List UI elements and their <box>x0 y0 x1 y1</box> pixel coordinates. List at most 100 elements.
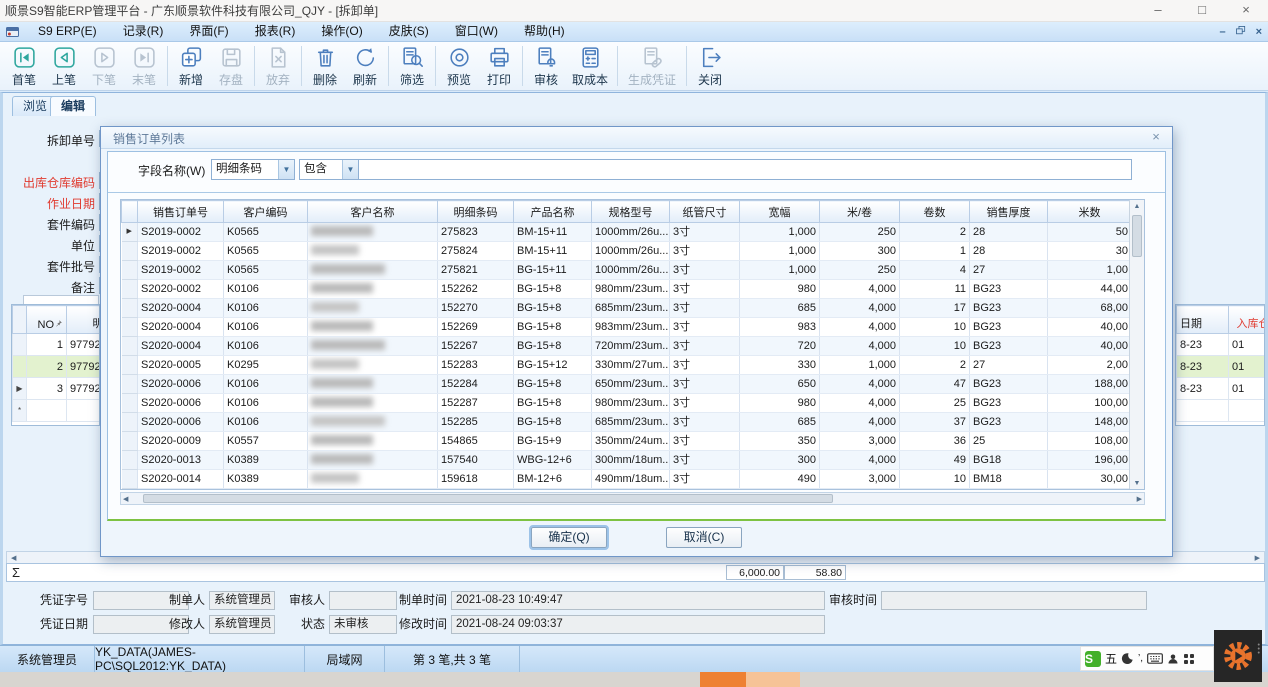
hscroll-thumb[interactable] <box>143 494 833 503</box>
grid-column-header[interactable]: 米/卷 <box>820 201 900 223</box>
tab-edit[interactable]: 编辑 <box>50 96 96 116</box>
table-row[interactable]: 8-23 01 <box>1177 334 1266 356</box>
table-row[interactable] <box>1177 400 1266 422</box>
moon-icon[interactable] <box>1121 652 1134 665</box>
table-row[interactable]: * <box>13 400 101 422</box>
col-detail-barcode[interactable]: 明细条码 <box>67 306 101 334</box>
sales-order-grid: 销售订单号客户编码客户名称明细条码产品名称规格型号纸管尺寸宽幅米/卷卷数销售厚度… <box>120 199 1145 490</box>
grid-column-header[interactable]: 纸管尺寸 <box>670 201 740 223</box>
new-icon <box>171 45 211 70</box>
table-row[interactable]: S2019-0002 K0565 275824 BM-15+11 1000mm/… <box>122 242 1132 261</box>
abandon-icon <box>258 45 298 70</box>
table-row[interactable]: S2020-0006 K0106 152284 BG-15+8 650mm/23… <box>122 375 1132 394</box>
maximize-button[interactable]: □ <box>1180 0 1224 22</box>
table-row[interactable]: S2020-0016 K0362 160735 BM-15+10 320mm/2… <box>122 489 1132 491</box>
grid-column-header[interactable]: 米数 <box>1048 201 1132 223</box>
preview-button[interactable]: 预览 <box>439 42 479 90</box>
menu-item[interactable]: 记录(R) <box>110 22 177 41</box>
cancel-button[interactable]: 取消(C) <box>666 527 742 548</box>
table-row[interactable]: S2020-0005 K0295 152283 BG-15+12 330mm/2… <box>122 356 1132 375</box>
dialog-close-icon[interactable]: × <box>1148 129 1164 144</box>
print-button[interactable]: 打印 <box>479 42 519 90</box>
table-row[interactable]: S2020-0006 K0106 152285 BG-15+8 685mm/23… <box>122 413 1132 432</box>
app-thumbnail[interactable]: ••• <box>1214 630 1262 682</box>
grid-hscrollbar[interactable]: ◀ ▶ <box>120 492 1145 505</box>
new-button[interactable]: 新增 <box>171 42 211 90</box>
get-cost-button[interactable]: 取成本 <box>566 42 614 90</box>
table-row[interactable]: 2 97792 <box>13 356 101 378</box>
menu-items: S9 ERP(E)记录(R)界面(F)报表(R)操作(O)皮肤(S)窗口(W)帮… <box>25 22 578 41</box>
table-row[interactable]: ▶ S2019-0002 K0565 275823 BM-15+11 1000m… <box>122 223 1132 242</box>
table-row[interactable]: 8-23 01 <box>1177 356 1266 378</box>
grid-column-header[interactable]: 明细条码 <box>438 201 514 223</box>
sogou-icon[interactable]: S <box>1085 651 1101 667</box>
table-row[interactable]: S2020-0004 K0106 152270 BG-15+8 685mm/23… <box>122 299 1132 318</box>
table-row[interactable]: S2020-0014 K0389 159618 BM-12+6 490mm/18… <box>122 470 1132 489</box>
menu-item[interactable]: S9 ERP(E) <box>25 22 110 41</box>
toolbox-grid-icon[interactable] <box>1183 653 1195 665</box>
operator-select[interactable]: 包含 ▼ <box>299 159 359 180</box>
chevron-down-icon[interactable]: ▼ <box>278 160 294 179</box>
field-select[interactable]: 明细条码 ▼ <box>211 159 295 180</box>
audit-button[interactable]: 审核 <box>526 42 566 90</box>
vscroll-thumb[interactable] <box>1132 215 1142 257</box>
person-icon[interactable] <box>1167 653 1179 665</box>
table-row[interactable]: 1 97792 <box>13 334 101 356</box>
grid-column-header[interactable]: 产品名称 <box>514 201 592 223</box>
filter-value-input[interactable] <box>358 159 1132 180</box>
table-row[interactable]: S2019-0002 K0565 275821 BG-15+11 1000mm/… <box>122 261 1132 280</box>
delete-button[interactable]: 删除 <box>305 42 345 90</box>
minimize-button[interactable]: – <box>1136 0 1180 22</box>
grid-column-header[interactable]: 销售厚度 <box>970 201 1048 223</box>
prev-record-button[interactable]: 上笔 <box>44 42 84 90</box>
table-row[interactable]: ▶ 3 97792 <box>13 378 101 400</box>
menu-item[interactable]: 帮助(H) <box>511 22 578 41</box>
field-name-label: 字段名称(W) <box>138 162 205 179</box>
keyboard-icon[interactable] <box>1147 652 1163 665</box>
punctuation-icon[interactable]: ’, <box>1138 653 1143 664</box>
grid-column-header[interactable]: 卷数 <box>900 201 970 223</box>
wubi-icon[interactable]: 五 <box>1105 650 1117 667</box>
field-label-doc-no: 拆卸单号 <box>7 132 95 149</box>
mdi-minimize-icon[interactable]: – <box>1219 26 1225 38</box>
menu-item[interactable]: 界面(F) <box>176 22 241 41</box>
menu-item[interactable]: 报表(R) <box>242 22 309 41</box>
delete-icon <box>305 45 345 70</box>
grid-column-header[interactable]: 规格型号 <box>592 201 670 223</box>
scroll-right-icon[interactable]: ▶ <box>1251 554 1264 562</box>
grid-column-header[interactable]: 客户编码 <box>224 201 308 223</box>
refresh-button[interactable]: 刷新 <box>345 42 385 90</box>
menu-item[interactable]: 窗口(W) <box>442 22 511 41</box>
ok-button[interactable]: 确定(Q) <box>531 527 607 548</box>
table-row[interactable]: 8-23 01 <box>1177 378 1266 400</box>
close-form-button[interactable]: 关闭 <box>690 42 730 90</box>
filter-button[interactable]: 筛选 <box>392 42 432 90</box>
scroll-left-icon[interactable]: ◀ <box>123 495 128 503</box>
grid-vscrollbar[interactable]: ▲ ▼ <box>1129 200 1144 490</box>
table-row[interactable]: S2020-0006 K0106 152287 BG-15+8 980mm/23… <box>122 394 1132 413</box>
taskbar-item[interactable] <box>746 672 800 687</box>
scroll-left-icon[interactable]: ◀ <box>7 554 20 562</box>
grid-column-header[interactable]: 宽幅 <box>740 201 820 223</box>
table-row[interactable]: S2020-0013 K0389 157540 WBG-12+6 300mm/1… <box>122 451 1132 470</box>
table-row[interactable]: S2020-0004 K0106 152267 BG-15+8 720mm/23… <box>122 337 1132 356</box>
scroll-up-icon[interactable]: ▲ <box>1130 200 1144 214</box>
scroll-down-icon[interactable]: ▼ <box>1130 477 1144 490</box>
menu-item[interactable]: 皮肤(S) <box>376 22 442 41</box>
table-row[interactable]: S2020-0009 K0557 154865 BG-15+9 350mm/24… <box>122 432 1132 451</box>
grid-column-header[interactable]: 客户名称 <box>308 201 438 223</box>
taskbar-active-item[interactable] <box>700 672 746 687</box>
grid-column-header[interactable]: 销售订单号 <box>138 201 224 223</box>
menu-item[interactable]: 操作(O) <box>308 22 375 41</box>
mdi-restore-icon[interactable] <box>1236 26 1246 38</box>
col-date[interactable]: 日期 <box>1177 306 1229 334</box>
col-no[interactable]: NO <box>27 306 67 334</box>
col-in-warehouse[interactable]: 入库仓库 <box>1229 306 1266 334</box>
close-button[interactable]: × <box>1224 0 1268 22</box>
first-record-button[interactable]: 首笔 <box>4 42 44 90</box>
table-row[interactable]: S2020-0002 K0106 152262 BG-15+8 980mm/23… <box>122 280 1132 299</box>
table-row[interactable]: S2020-0004 K0106 152269 BG-15+8 983mm/23… <box>122 318 1132 337</box>
chevron-down-icon[interactable]: ▼ <box>342 160 358 179</box>
mdi-close-icon[interactable]: × <box>1256 26 1262 38</box>
scroll-right-icon[interactable]: ▶ <box>1137 495 1142 503</box>
